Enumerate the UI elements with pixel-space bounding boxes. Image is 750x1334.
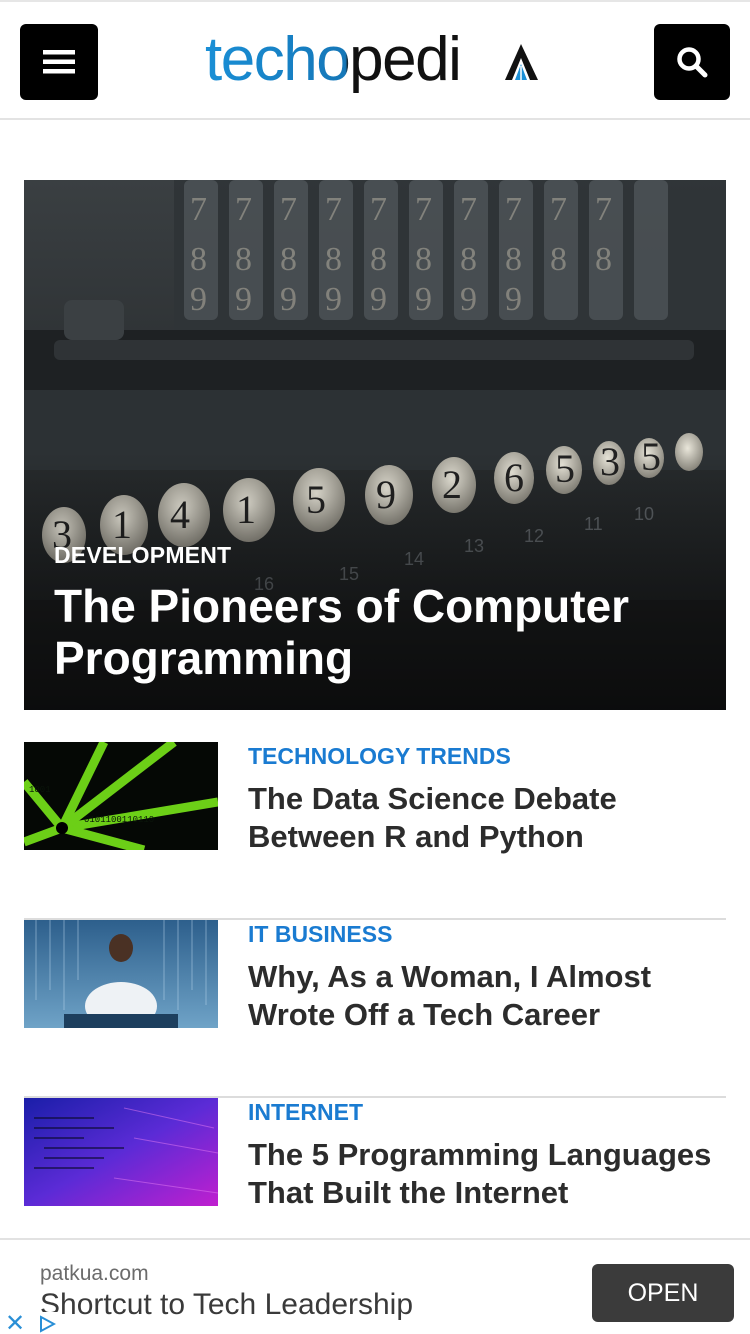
svg-text:8: 8 [190,241,207,278]
site-header: techopedi [0,0,750,120]
svg-text:9: 9 [505,281,522,318]
hamburger-menu-icon [43,50,75,74]
svg-text:8: 8 [595,241,612,278]
svg-text:8: 8 [370,241,387,278]
ad-open-button[interactable]: OPEN [592,1264,734,1322]
article-category[interactable]: TECHNOLOGY TRENDS [248,743,511,770]
featured-title[interactable]: The Pioneers of Computer Programming [54,580,714,684]
svg-text:8: 8 [280,241,297,278]
logo-a-glyph [505,44,538,80]
ad-domain: patkua.com [40,1262,149,1285]
article-title[interactable]: Why, As a Woman, I Almost Wrote Off a Te… [248,958,718,1034]
ad-choices-icon[interactable] [32,1312,62,1334]
svg-text:7: 7 [325,191,342,228]
menu-button[interactable] [20,24,98,100]
svg-text:0101100110110: 0101100110110 [84,815,154,825]
featured-category[interactable]: DEVELOPMENT [54,542,231,569]
article-thumbnail-binary[interactable]: 0101100110110 1001 [24,742,218,850]
svg-text:9: 9 [460,281,477,318]
svg-text:8: 8 [550,241,567,278]
svg-text:7: 7 [280,191,297,228]
svg-text:7: 7 [505,191,522,228]
ad-headline[interactable]: Shortcut to Tech Leadership [40,1288,413,1322]
svg-text:8: 8 [235,241,252,278]
article-category[interactable]: IT BUSINESS [248,921,392,948]
article-thumbnail-woman[interactable] [24,920,218,1028]
ad-banner[interactable]: patkua.com Shortcut to Tech Leadership O… [0,1238,750,1334]
svg-text:7: 7 [595,191,612,228]
svg-text:7: 7 [235,191,252,228]
article-title[interactable]: The Data Science Debate Between R and Py… [248,780,718,856]
search-icon [677,47,708,78]
svg-text:9: 9 [235,281,252,318]
svg-text:9: 9 [325,281,342,318]
featured-article[interactable]: 789 789 789 789 789 789 789 789 78 78 DE… [24,180,726,710]
svg-text:9: 9 [280,281,297,318]
svg-text:7: 7 [370,191,387,228]
article-list-item[interactable]: IT BUSINESS Why, As a Woman, I Almost Wr… [24,920,726,1098]
svg-text:9: 9 [370,281,387,318]
search-button[interactable] [654,24,730,100]
svg-text:9: 9 [415,281,432,318]
techopedia-logo[interactable]: techopedi [205,28,545,104]
svg-text:7: 7 [190,191,207,228]
svg-text:7: 7 [460,191,477,228]
svg-text:8: 8 [325,241,342,278]
svg-text:1001: 1001 [29,785,51,795]
close-icon[interactable]: ✕ [0,1312,30,1334]
article-title[interactable]: The 5 Programming Languages That Built t… [248,1136,718,1212]
svg-text:7: 7 [550,191,567,228]
article-list-item[interactable]: 0101100110110 1001 TECHNOLOGY TRENDS The… [24,742,726,920]
svg-text:8: 8 [415,241,432,278]
article-category[interactable]: INTERNET [248,1099,363,1126]
svg-text:8: 8 [460,241,477,278]
svg-text:9: 9 [190,281,207,318]
svg-text:8: 8 [505,241,522,278]
article-thumbnail-code[interactable] [24,1098,218,1206]
svg-text:techopedi: techopedi [205,28,460,94]
svg-text:7: 7 [415,191,432,228]
